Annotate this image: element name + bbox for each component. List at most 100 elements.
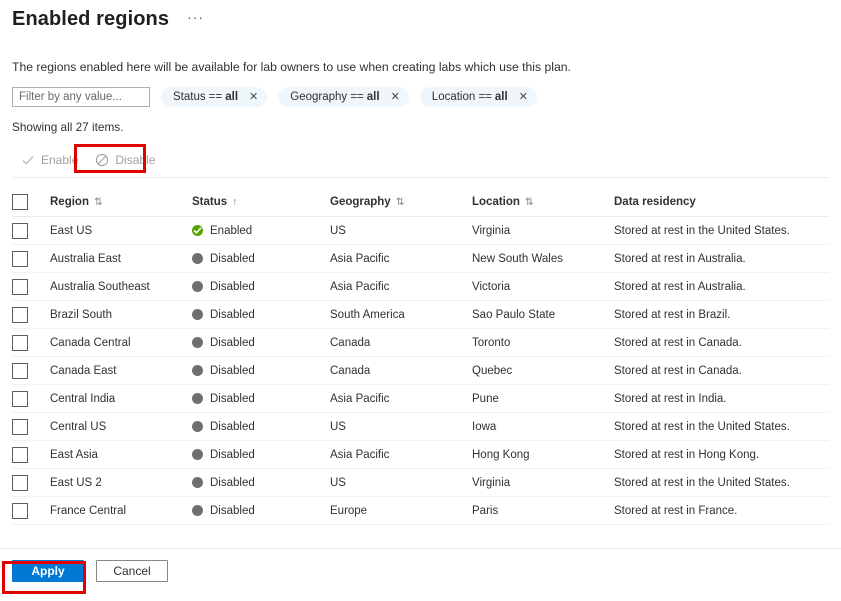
row-checkbox[interactable] bbox=[12, 446, 28, 463]
column-header-data-residency[interactable]: Data residency bbox=[614, 196, 829, 208]
cell-geography: US bbox=[330, 476, 346, 489]
cell-status: Enabled bbox=[192, 225, 330, 237]
table-row[interactable]: Central US Disabled US Iowa Stored at rest i… bbox=[12, 413, 829, 441]
status-disabled-icon bbox=[192, 421, 203, 432]
sort-icon: ⇅ bbox=[93, 196, 103, 208]
status-disabled-icon bbox=[192, 449, 203, 460]
filter-chip-geography[interactable]: Geography == all ✕ bbox=[278, 87, 409, 107]
filter-bar: Status == all ✕ Geography == all ✕ Locat… bbox=[0, 87, 841, 107]
cell-status-label: Disabled bbox=[210, 364, 255, 377]
row-checkbox[interactable] bbox=[12, 418, 28, 435]
cell-location: New South Wales bbox=[472, 252, 563, 265]
cell-location: Pune bbox=[472, 392, 499, 405]
cell-geography: South America bbox=[330, 308, 405, 321]
cell-status-label: Disabled bbox=[210, 280, 255, 293]
cell-data-residency: Stored at rest in Brazil. bbox=[614, 308, 731, 321]
row-checkbox[interactable] bbox=[12, 222, 28, 239]
table-row[interactable]: East US Enabled US Virginia Stored at rest i… bbox=[12, 217, 829, 245]
cell-geography: Asia Pacific bbox=[330, 392, 390, 405]
column-header-geography-label: Geography bbox=[330, 196, 391, 208]
status-disabled-icon bbox=[192, 505, 203, 516]
row-checkbox-cell bbox=[12, 446, 50, 463]
sort-icon: ⇅ bbox=[395, 196, 405, 208]
disable-button[interactable]: Disable bbox=[86, 146, 163, 174]
row-checkbox-cell bbox=[12, 418, 50, 435]
cell-data-residency: Stored at rest in Australia. bbox=[614, 252, 746, 265]
column-header-status[interactable]: Status ↑ bbox=[192, 196, 330, 208]
command-bar-divider bbox=[12, 177, 829, 178]
column-header-location[interactable]: Location ⇅ bbox=[472, 196, 614, 208]
cell-geography: US bbox=[330, 420, 346, 433]
cell-region: Central US bbox=[50, 420, 107, 433]
select-all-checkbox-cell bbox=[12, 194, 50, 210]
select-all-checkbox[interactable] bbox=[12, 194, 28, 210]
table-row[interactable]: Brazil South Disabled South America Sao Pau… bbox=[12, 301, 829, 329]
table-row[interactable]: Australia Southeast Disabled Asia Pacific V… bbox=[12, 273, 829, 301]
cell-location: Sao Paulo State bbox=[472, 308, 556, 321]
status-disabled-icon bbox=[192, 253, 203, 264]
filter-chip-status-label: Status == bbox=[173, 91, 223, 103]
column-header-region[interactable]: Region ⇅ bbox=[50, 196, 192, 208]
cell-region: Canada East bbox=[50, 364, 117, 377]
table-row[interactable]: Australia East Disabled Asia Pacific New So… bbox=[12, 245, 829, 273]
table-row[interactable]: Central India Disabled Asia Pacific Pune Sto… bbox=[12, 385, 829, 413]
search-input[interactable] bbox=[12, 87, 150, 107]
row-checkbox-cell bbox=[12, 334, 50, 351]
cell-geography: Asia Pacific bbox=[330, 280, 390, 293]
table-row[interactable]: France Central Disabled Europe Paris Stored … bbox=[12, 497, 829, 525]
cell-geography: Canada bbox=[330, 364, 371, 377]
cell-status-label: Disabled bbox=[210, 252, 255, 265]
cell-data-residency: Stored at rest in the United States. bbox=[614, 224, 790, 237]
cell-location: Quebec bbox=[472, 364, 513, 377]
cell-geography: Europe bbox=[330, 504, 368, 517]
cell-status: Disabled bbox=[192, 505, 330, 517]
row-checkbox-cell bbox=[12, 222, 50, 239]
row-checkbox[interactable] bbox=[12, 362, 28, 379]
cell-status-label: Disabled bbox=[210, 476, 255, 489]
close-icon[interactable]: ✕ bbox=[249, 91, 258, 103]
page-description: The regions enabled here will be availab… bbox=[12, 60, 571, 74]
checkmark-icon bbox=[20, 152, 36, 168]
cell-geography: US bbox=[330, 224, 346, 237]
row-checkbox[interactable] bbox=[12, 390, 28, 407]
row-checkbox[interactable] bbox=[12, 474, 28, 491]
row-checkbox[interactable] bbox=[12, 306, 28, 323]
column-header-location-label: Location bbox=[472, 196, 520, 208]
cell-region: Brazil South bbox=[50, 308, 113, 321]
row-checkbox[interactable] bbox=[12, 334, 28, 351]
filter-chip-status[interactable]: Status == all ✕ bbox=[161, 87, 268, 107]
table-row[interactable]: East Asia Disabled Asia Pacific Hong Kong St… bbox=[12, 441, 829, 469]
cell-status: Disabled bbox=[192, 449, 330, 461]
column-header-region-label: Region bbox=[50, 196, 89, 208]
row-checkbox-cell bbox=[12, 474, 50, 491]
row-checkbox[interactable] bbox=[12, 250, 28, 267]
row-checkbox-cell bbox=[12, 390, 50, 407]
close-icon[interactable]: ✕ bbox=[391, 91, 400, 103]
table-row[interactable]: Canada East Disabled Canada Quebec Stored at… bbox=[12, 357, 829, 385]
table-row[interactable]: East US 2 Disabled US Virginia Stored at res… bbox=[12, 469, 829, 497]
filter-chip-status-value: all bbox=[225, 91, 239, 103]
cell-status: Disabled bbox=[192, 421, 330, 433]
row-checkbox[interactable] bbox=[12, 502, 28, 519]
cell-status-label: Disabled bbox=[210, 448, 255, 461]
action-bar: Apply Cancel bbox=[0, 548, 841, 601]
row-checkbox[interactable] bbox=[12, 278, 28, 295]
enable-button[interactable]: Enable bbox=[12, 146, 86, 174]
cancel-button[interactable]: Cancel bbox=[96, 560, 168, 582]
cell-geography: Asia Pacific bbox=[330, 252, 390, 265]
apply-button[interactable]: Apply bbox=[12, 560, 84, 582]
cell-region: Australia Southeast bbox=[50, 280, 150, 293]
row-checkbox-cell bbox=[12, 502, 50, 519]
row-checkbox-cell bbox=[12, 250, 50, 267]
cell-status: Disabled bbox=[192, 477, 330, 489]
cell-region: Australia East bbox=[50, 252, 121, 265]
filter-chip-location[interactable]: Location == all ✕ bbox=[419, 87, 537, 107]
cell-geography: Canada bbox=[330, 336, 371, 349]
column-header-data-residency-label: Data residency bbox=[614, 196, 696, 208]
close-icon[interactable]: ✕ bbox=[519, 91, 528, 103]
cell-data-residency: Stored at rest in Canada. bbox=[614, 364, 742, 377]
table-row[interactable]: Canada Central Disabled Canada Toronto Store… bbox=[12, 329, 829, 357]
column-header-geography[interactable]: Geography ⇅ bbox=[330, 196, 472, 208]
table-header-row: Region ⇅ Status ↑ Geography ⇅ Location ⇅ Dat… bbox=[12, 188, 829, 217]
more-options-icon[interactable]: ··· bbox=[183, 8, 208, 30]
